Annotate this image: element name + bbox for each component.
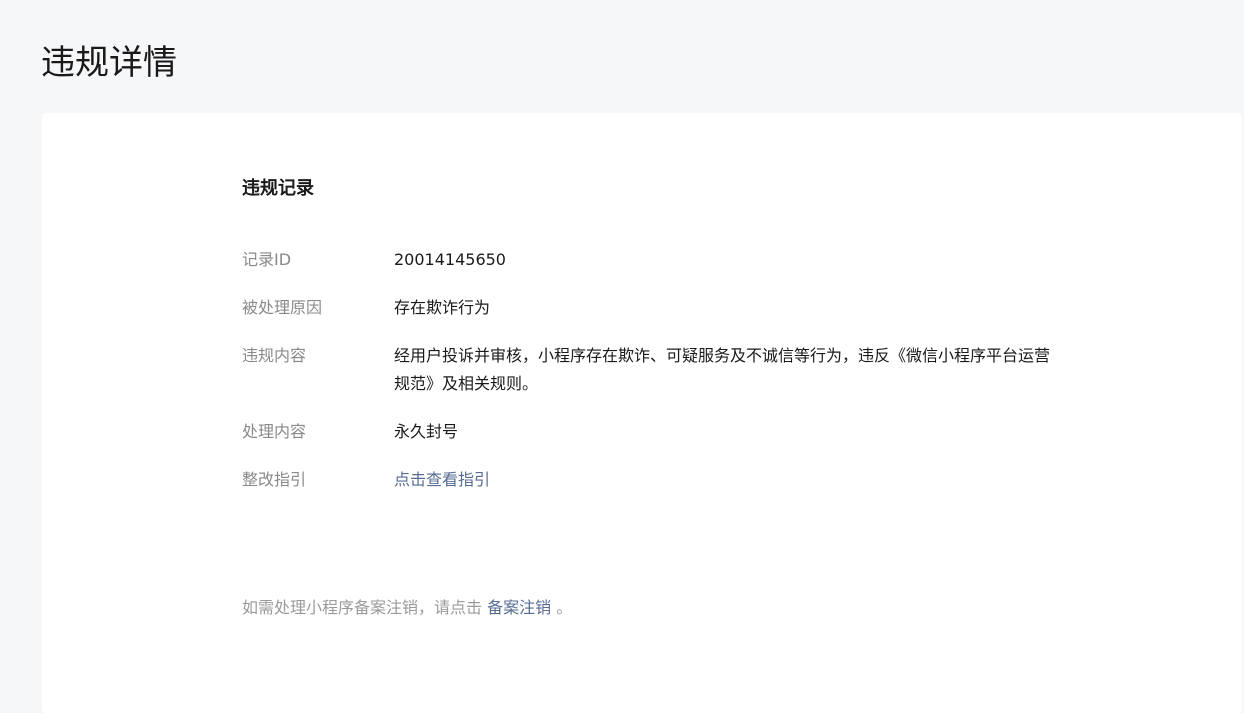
detail-list: 记录ID 20014145650 被处理原因 存在欺诈行为 违规内容 经用户投诉… [242, 246, 1062, 514]
action-row: 处理内容 永久封号 [242, 418, 1062, 446]
guide-row: 整改指引 点击查看指引 [242, 466, 1062, 494]
violation-content-value: 经用户投诉并审核，小程序存在欺诈、可疑服务及不诚信等行为，违反《微信小程序平台运… [394, 346, 1051, 393]
reason-value: 存在欺诈行为 [394, 298, 491, 317]
footer-prefix: 如需处理小程序备案注销，请点击 [242, 598, 483, 617]
reason-row: 被处理原因 存在欺诈行为 [242, 294, 1062, 322]
violation-content-row: 违规内容 经用户投诉并审核，小程序存在欺诈、可疑服务及不诚信等行为，违反《微信小… [242, 342, 1062, 398]
record-id-row: 记录ID 20014145650 [242, 246, 1062, 274]
reason-label: 被处理原因 [242, 298, 323, 317]
guide-value: 点击查看指引 [394, 466, 1054, 494]
action-value: 永久封号 [394, 422, 459, 441]
view-guide-link[interactable]: 点击查看指引 [394, 470, 490, 489]
page-title: 违规详情 [41, 43, 177, 83]
guide-label: 整改指引 [242, 470, 307, 489]
violation-detail-card: 违规记录 记录ID 20014145650 被处理原因 存在欺诈行为 违规内容 … [42, 113, 1242, 713]
record-id-label: 记录ID [242, 250, 292, 269]
filing-cancel-link[interactable]: 备案注销 [487, 598, 551, 617]
record-id-value: 20014145650 [394, 250, 506, 269]
section-title: 违规记录 [242, 178, 314, 199]
footer-note: 如需处理小程序备案注销，请点击 备案注销 。 [242, 594, 572, 622]
violation-content-label: 违规内容 [242, 346, 307, 365]
footer-suffix: 。 [556, 598, 573, 617]
action-label: 处理内容 [242, 422, 307, 441]
